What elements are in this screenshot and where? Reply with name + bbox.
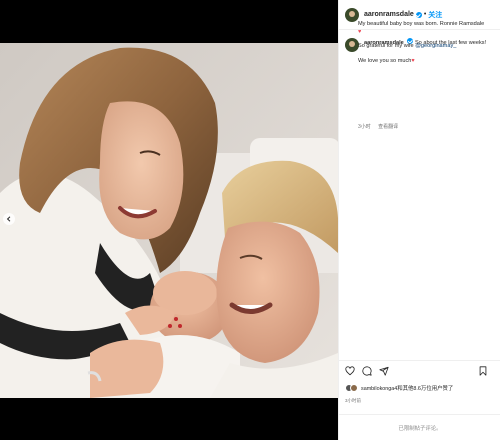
action-bar	[339, 360, 500, 380]
caption-paragraph: My beautiful baby boy was born. Ronnie R…	[358, 21, 488, 36]
post-date[interactable]: 3小时前	[345, 398, 361, 404]
caption-meta: 3小时 查看翻译	[358, 123, 404, 130]
bookmark-icon[interactable]	[478, 366, 488, 376]
caption-line: We love you so much	[358, 57, 412, 64]
avatar[interactable]	[345, 7, 359, 22]
instagram-post-modal: aaronramsdale • 关注 aaronramsdale So abou…	[0, 0, 500, 440]
separator-dot: •	[423, 11, 427, 18]
caption-paragraph: We love you so much♥	[358, 58, 488, 66]
red-heart-icon: ♥	[411, 57, 415, 64]
media-letterbox-top	[0, 0, 338, 43]
caption-line: My beautiful baby boy was born. Ronnie R…	[358, 21, 485, 27]
caption-body: My beautiful baby boy was born. Ronnie R…	[358, 21, 488, 72]
caption-paragraph: So grateful for my wife @georginamay_	[358, 43, 488, 51]
previous-button[interactable]	[3, 213, 15, 225]
share-icon[interactable]	[379, 366, 389, 376]
chevron-left-icon	[6, 216, 11, 222]
caption-line: So grateful for my wife	[358, 43, 414, 50]
comment-icon[interactable]	[362, 365, 372, 376]
see-translation-link[interactable]: 查看翻译	[378, 124, 398, 130]
likes-text[interactable]: sambilokonga4和其他8.6万位用户赞了	[361, 384, 453, 392]
time-ago[interactable]: 3小时	[358, 124, 371, 130]
liker-avatar	[350, 384, 358, 392]
follow-button[interactable]: 关注	[428, 10, 442, 20]
likes-summary[interactable]: sambilokonga4和其他8.6万位用户赞了	[345, 384, 453, 392]
username-link[interactable]: aaronramsdale	[364, 11, 414, 18]
post-side-panel: aaronramsdale • 关注 aaronramsdale So abou…	[338, 0, 500, 440]
comments-restricted-notice: 已限制帖子评论。	[339, 414, 500, 440]
red-heart-icon: ♥	[358, 28, 362, 35]
media-area	[0, 0, 338, 440]
heart-outline-icon[interactable]	[345, 365, 355, 376]
verified-badge-icon	[415, 11, 422, 18]
mention-link[interactable]: @georginamay_	[415, 43, 456, 49]
post-photo[interactable]	[0, 43, 338, 398]
caption-avatar[interactable]	[345, 38, 359, 52]
